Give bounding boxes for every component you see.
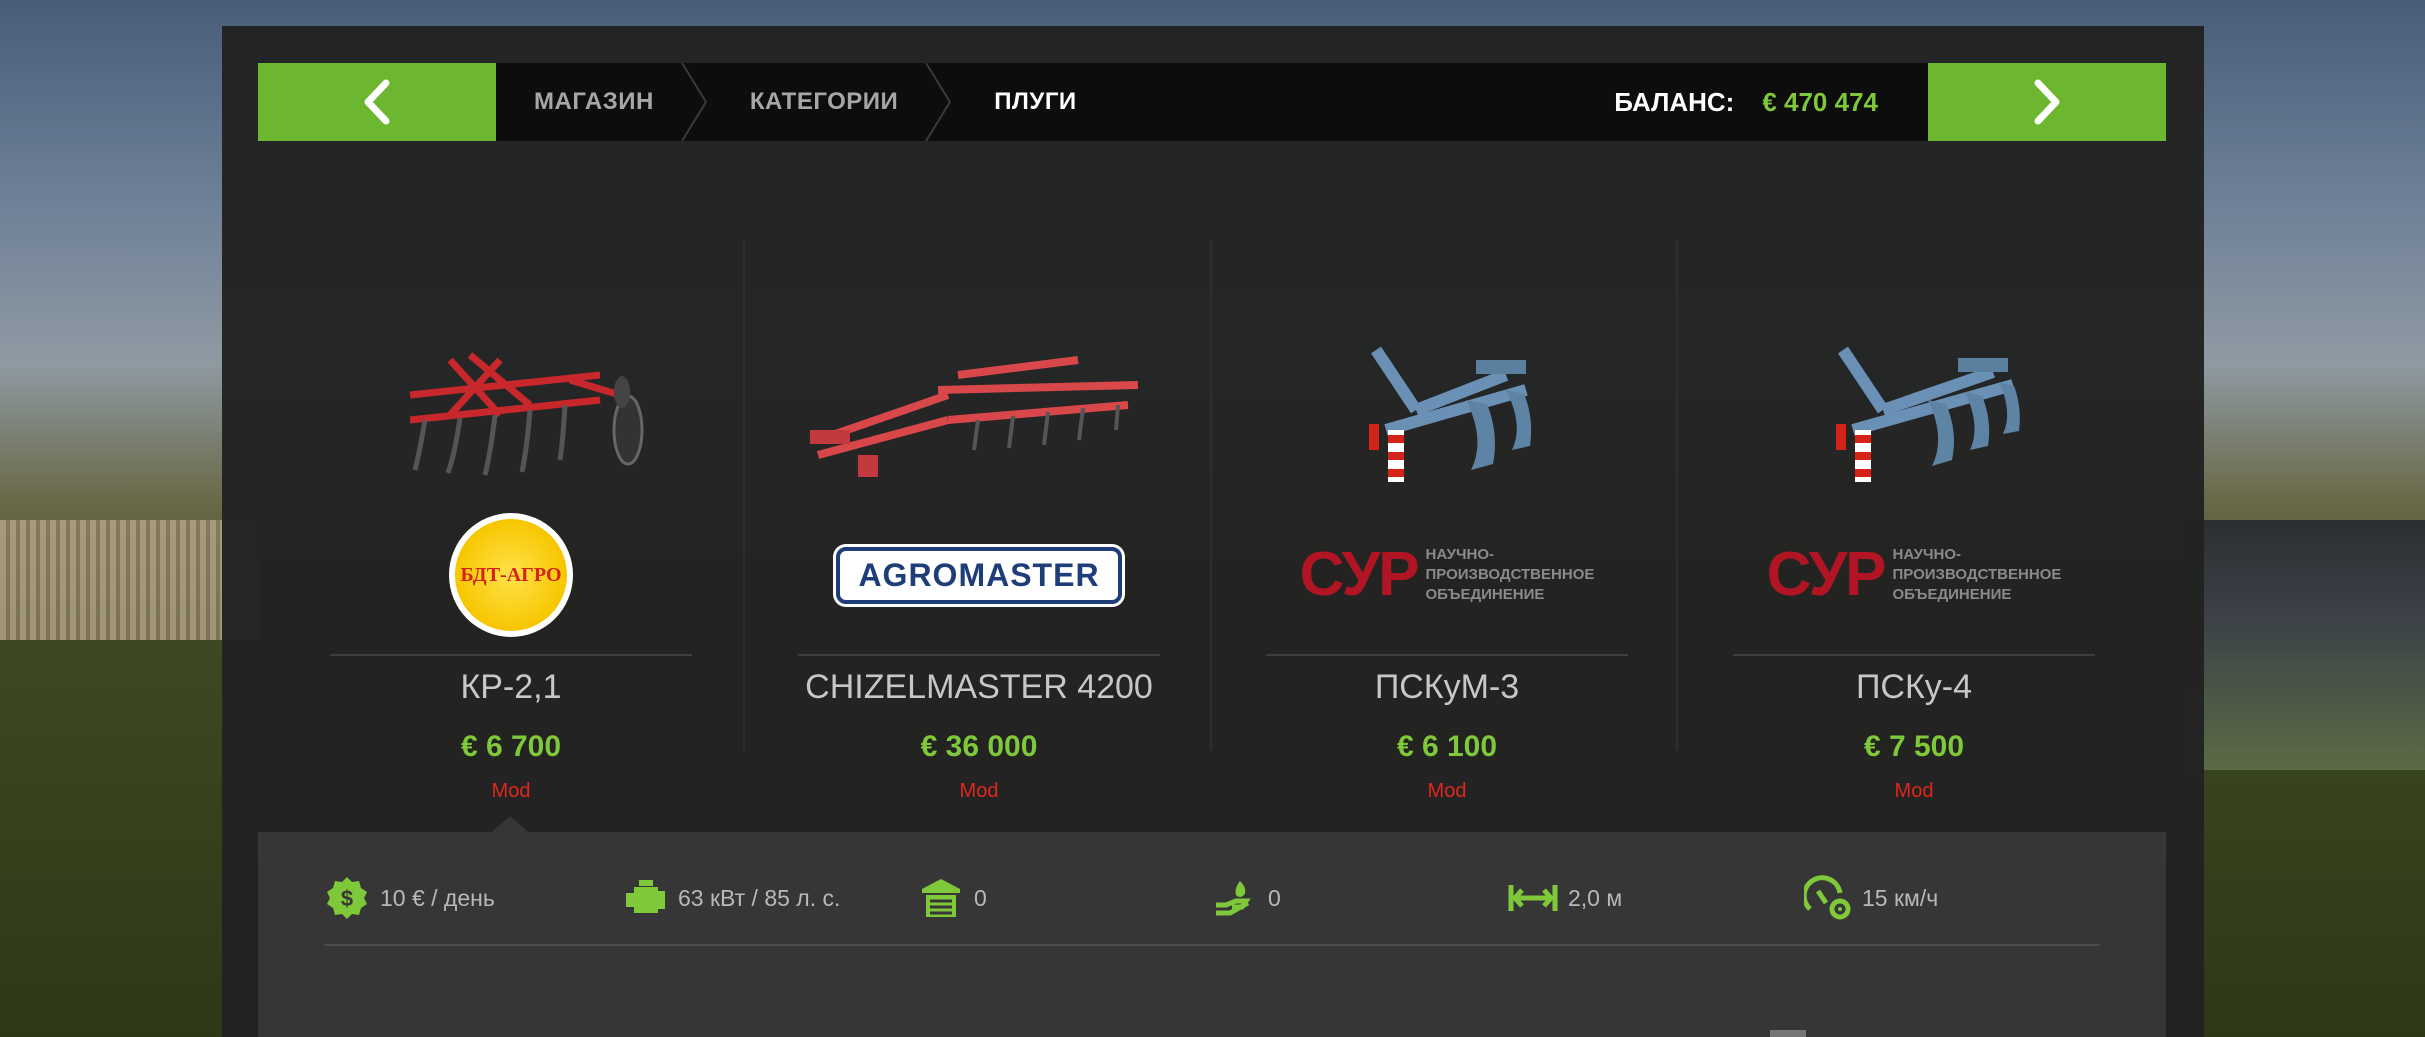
spec-engine-power: 63 кВт / 85 л. с. xyxy=(622,878,840,918)
column-divider xyxy=(1676,240,1678,750)
svg-text:$: $ xyxy=(341,886,353,911)
balance-display: БАЛАНС: € 470 474 xyxy=(1614,63,1878,141)
spec-speed-limit: 15 км/ч xyxy=(1804,875,1939,920)
red-cultivator-icon xyxy=(409,352,644,476)
item-divider-line xyxy=(1266,654,1628,656)
item-divider-line xyxy=(330,654,692,656)
item-divider-line xyxy=(798,654,1160,656)
spec-value: 63 кВт / 85 л. с. xyxy=(678,884,841,911)
item-price: € 36 000 xyxy=(920,730,1038,763)
breadcrumb-plows[interactable]: ПЛУГИ xyxy=(944,63,1122,141)
balance-value: € 470 474 xyxy=(1762,86,1878,117)
blue-plow-icon xyxy=(1369,346,1532,482)
column-divider xyxy=(1210,240,1212,750)
mod-tag: Mod xyxy=(1894,780,1934,802)
mod-tag: Mod xyxy=(1427,780,1467,802)
breadcrumb-categories[interactable]: КАТЕГОРИИ xyxy=(700,63,952,141)
background-fence xyxy=(0,520,260,640)
speed-limit-icon xyxy=(1804,875,1851,920)
cost-per-day-icon: $ xyxy=(327,877,367,919)
spec-value: 15 км/ч xyxy=(1862,884,1939,911)
chevron-left-icon xyxy=(364,79,390,125)
item-divider-line xyxy=(1733,654,2095,656)
specs-divider-line xyxy=(324,944,2100,946)
background-shed xyxy=(2185,520,2425,770)
fill-hand-icon xyxy=(1216,881,1251,916)
item-name: КР-2,1 xyxy=(460,668,562,706)
breadcrumb-shop[interactable]: МАГАЗИН xyxy=(496,63,708,141)
brand-name: СУР xyxy=(1766,540,1887,609)
working-width-icon xyxy=(1508,885,1558,911)
chevron-right-icon xyxy=(2034,79,2060,125)
item-price: € 6 100 xyxy=(1396,730,1498,763)
capacity-icon xyxy=(922,879,960,917)
item-list: БДТ-АГРО КР-2,1 € 6 700 Mod AGROMASTER C… xyxy=(258,240,2166,820)
brand-name: СУР xyxy=(1299,540,1420,609)
brand-logo: СУР НАУЧНО- ПРОИЗВОДСТВЕННОЕ ОБЪЕДИНЕНИЕ xyxy=(1299,540,1595,609)
balance-label: БАЛАНС: xyxy=(1614,86,1735,117)
engine-power-icon xyxy=(626,880,665,913)
brand-name: AGROMASTER xyxy=(836,546,1122,604)
selection-pointer xyxy=(492,816,528,832)
item-price: € 7 500 xyxy=(1863,730,1965,763)
spec-value: 0 xyxy=(1268,884,1281,911)
mod-tag: Mod xyxy=(491,780,531,802)
blue-plow-icon xyxy=(1836,346,2020,482)
spec-working-width: 2,0 м xyxy=(1508,878,1622,918)
breadcrumb: МАГАЗИН КАТЕГОРИИ ПЛУГИ xyxy=(496,63,1123,141)
red-chisel-cultivator-icon xyxy=(810,356,1139,477)
spec-fill: 0 xyxy=(1212,878,1281,918)
store-item-psku-4[interactable]: СУР НАУЧНО- ПРОИЗВОДСТВЕННОЕ ОБЪЕДИНЕНИЕ… xyxy=(1733,240,2095,820)
brand-name: БДТ-АГРО xyxy=(455,519,567,631)
item-name: CHIZELMASTER 4200 xyxy=(805,668,1153,706)
store-item-chizelmaster-4200[interactable]: AGROMASTER CHIZELMASTER 4200 € 36 000 Mo… xyxy=(798,240,1160,820)
spec-cost-per-day: $ 10 € / день xyxy=(324,877,495,919)
spec-value: 2,0 м xyxy=(1568,884,1623,911)
item-name: ПСКуМ-3 xyxy=(1374,668,1520,706)
brand-logo: AGROMASTER xyxy=(798,520,1160,630)
spec-capacity: 0 xyxy=(918,878,987,918)
scrollbar-thumb[interactable] xyxy=(1770,1030,1806,1037)
brand-logo: СУР НАУЧНО- ПРОИЗВОДСТВЕННОЕ ОБЪЕДИНЕНИЕ xyxy=(1766,540,2062,609)
spec-value: 10 € / день xyxy=(380,884,495,911)
item-specs-panel: $ 10 € / день 63 кВт / 85 л. с. 0 0 2,0 … xyxy=(258,832,2166,1037)
item-price: € 6 700 xyxy=(460,730,562,763)
column-divider xyxy=(743,240,745,750)
mod-tag: Mod xyxy=(959,780,999,802)
brand-logo: БДТ-АГРО xyxy=(330,513,692,637)
store-item-pskum-3[interactable]: СУР НАУЧНО- ПРОИЗВОДСТВЕННОЕ ОБЪЕДИНЕНИЕ… xyxy=(1266,240,1628,820)
store-item-kr-2-1[interactable]: БДТ-АГРО КР-2,1 € 6 700 Mod xyxy=(330,240,692,820)
item-name: ПСКу-4 xyxy=(1855,668,1973,706)
next-page-button[interactable] xyxy=(1928,63,2166,141)
previous-page-button[interactable] xyxy=(258,63,496,141)
spec-value: 0 xyxy=(974,884,987,911)
shop-header-bar: МАГАЗИН КАТЕГОРИИ ПЛУГИ БАЛАНС: € 470 47… xyxy=(258,63,2166,141)
